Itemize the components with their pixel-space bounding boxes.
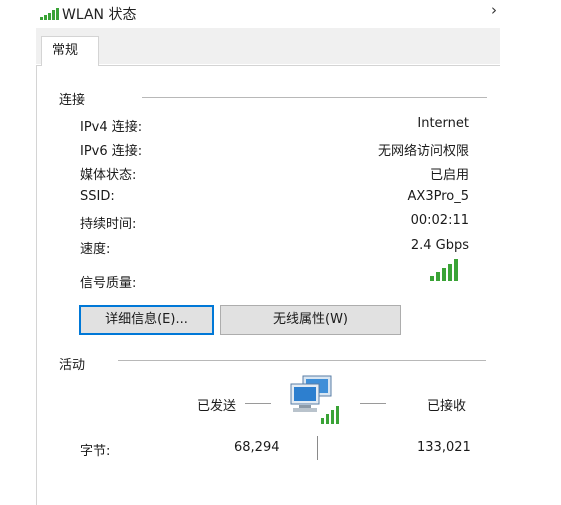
ipv6-label: IPv6 连接: [80, 144, 143, 159]
activity-section-title: 活动 [59, 358, 86, 373]
ipv4-value: Internet [417, 116, 469, 131]
media-state-label: 媒体状态: [80, 168, 137, 183]
sent-connector [245, 403, 271, 404]
signal-strength-icon [430, 259, 458, 281]
speed-value: 2.4 Gbps [410, 238, 469, 253]
bytes-divider [317, 436, 318, 460]
title-bar: WLAN 状态 › [0, 0, 561, 28]
ssid-value: AX3Pro_5 [407, 189, 469, 204]
connection-section-title: 连接 [59, 93, 86, 108]
activity-divider [118, 360, 486, 361]
bytes-received-value: 133,021 [417, 440, 471, 455]
bytes-sent-value: 68,294 [234, 440, 280, 455]
details-button[interactable]: 详细信息(E)... [79, 305, 214, 335]
network-computers-icon [290, 375, 339, 424]
bytes-label: 字节: [80, 444, 111, 459]
window-title: WLAN 状态 [62, 7, 137, 23]
ssid-label: SSID: [80, 189, 115, 204]
ipv4-label: IPv4 连接: [80, 120, 143, 135]
tab-general[interactable]: 常规 [41, 36, 99, 66]
ipv6-value: 无网络访问权限 [377, 144, 469, 159]
connection-divider [142, 97, 487, 98]
wireless-properties-button[interactable]: 无线属性(W) [220, 305, 401, 335]
tab-strip [36, 28, 500, 64]
chevron-right-icon[interactable]: › [491, 1, 497, 19]
received-label: 已接收 [427, 399, 467, 414]
speed-label: 速度: [80, 242, 111, 257]
duration-value: 00:02:11 [410, 213, 469, 228]
sent-label: 已发送 [197, 399, 237, 414]
signal-quality-label: 信号质量: [80, 276, 137, 291]
wifi-signal-icon [40, 8, 59, 20]
received-connector [360, 403, 386, 404]
duration-label: 持续时间: [80, 217, 137, 232]
wlan-status-window: { "window": { "title": "WLAN 状态", "colla… [0, 0, 561, 505]
media-state-value: 已启用 [429, 168, 469, 183]
